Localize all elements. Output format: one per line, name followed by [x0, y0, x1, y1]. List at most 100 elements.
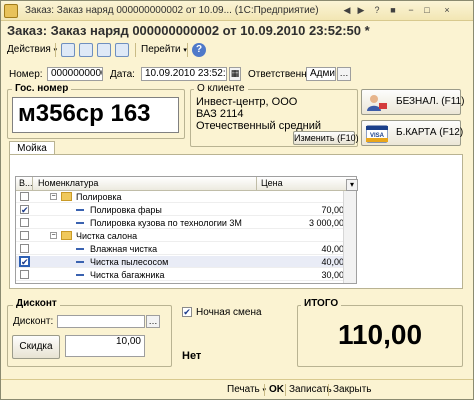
form-footer: Печать ▾ OK Записать Закрыть: [1, 379, 473, 399]
row-price: 3 000,00: [308, 218, 344, 228]
row-checkbox[interactable]: [20, 231, 29, 240]
save-icon[interactable]: [61, 43, 75, 57]
cashless-person-icon: [367, 95, 387, 111]
discount-select-button[interactable]: …: [146, 315, 160, 328]
refresh-icon[interactable]: [79, 43, 93, 57]
row-name: Полировка фары: [90, 205, 162, 215]
table-scrollbar[interactable]: [343, 191, 356, 283]
collapse-toggle-icon[interactable]: −: [50, 193, 57, 200]
row-name: Влажная чистка: [90, 244, 158, 254]
responsible-field[interactable]: Адми: [306, 67, 336, 81]
goto-menu[interactable]: Перейти ▾: [141, 43, 187, 57]
minimize-button[interactable]: −: [405, 4, 417, 17]
back-icon[interactable]: ◀: [341, 4, 353, 17]
close-window-button[interactable]: ×: [441, 4, 453, 17]
row-checkbox[interactable]: ✔: [19, 256, 30, 267]
row-name: Полировка кузова по технологии 3М: [90, 218, 242, 228]
maximize-button[interactable]: □: [421, 4, 433, 17]
table-row[interactable]: ✔ Полировка фары 70,00: [16, 204, 356, 216]
calendar-icon[interactable]: ▦: [229, 67, 241, 81]
close-button[interactable]: Закрыть: [333, 384, 372, 395]
client-group-title: О клиенте: [194, 83, 248, 94]
total-group-title: ИТОГО: [301, 298, 342, 309]
item-icon: [76, 274, 84, 276]
table-settings-icon[interactable]: ▾: [346, 179, 358, 191]
column-divider: [32, 177, 33, 191]
folder-icon: [61, 192, 72, 201]
discount-amount-field[interactable]: 10,00: [65, 335, 145, 357]
responsible-select-button[interactable]: …: [337, 67, 351, 81]
row-price: 70,00: [321, 205, 344, 215]
actions-menu-label: Действия: [7, 44, 51, 55]
goto-menu-label: Перейти: [141, 44, 181, 55]
night-shift-label: Ночная смена: [196, 307, 262, 318]
item-icon: [76, 248, 84, 250]
date-label: Дата:: [110, 69, 135, 80]
card-label: Б.КАРТА (F12): [396, 127, 464, 138]
plate-group-title: Гос. номер: [12, 83, 72, 94]
row-checkbox[interactable]: [20, 218, 29, 227]
change-client-button[interactable]: Изменить (F10): [293, 131, 359, 145]
table-row[interactable]: − Чистка салона: [16, 230, 356, 242]
row-checkbox[interactable]: [20, 192, 29, 201]
table-row-selected[interactable]: ✔ Чистка пылесосом 40,00: [16, 256, 356, 268]
row-price: 40,00: [321, 257, 344, 267]
column-divider: [256, 177, 257, 191]
row-price: 40,00: [321, 244, 344, 254]
card-button[interactable]: VISA Б.КАРТА (F12): [361, 120, 464, 146]
column-header-check[interactable]: В...: [19, 178, 33, 188]
tab-moyka[interactable]: Мойка: [9, 141, 55, 155]
item-icon: [76, 209, 84, 211]
discount-group-title: Дисконт: [13, 298, 60, 309]
ok-button[interactable]: OK: [269, 384, 284, 395]
apply-discount-button[interactable]: Скидка: [12, 335, 60, 359]
footer-separator: [264, 384, 265, 396]
number-field[interactable]: 000000000002: [47, 67, 103, 81]
night-shift-checkbox[interactable]: ✔: [182, 307, 192, 317]
toolbar-separator: [55, 43, 56, 57]
stop-icon[interactable]: ■: [387, 4, 399, 17]
print-menu-label: Печать: [227, 384, 260, 395]
order-window: Заказ: Заказ наряд 000000000002 от 10.09…: [0, 0, 474, 400]
item-icon: [76, 222, 84, 224]
visa-card-icon: VISA: [366, 125, 388, 143]
forward-icon[interactable]: ▶: [355, 4, 367, 17]
help-icon[interactable]: ?: [192, 43, 206, 57]
table-row[interactable]: Чистка багажника 30,00: [16, 269, 356, 281]
cashless-button[interactable]: БЕЗНАЛ. (F11): [361, 89, 464, 115]
save-button[interactable]: Записать: [289, 384, 332, 395]
row-name: Полировка: [76, 192, 122, 202]
column-header-price[interactable]: Цена: [261, 178, 283, 188]
row-checkbox[interactable]: [20, 270, 29, 279]
services-table: В... Номенклатура Цена − Полировка ✔ Пол…: [15, 176, 357, 284]
print-icon[interactable]: [115, 43, 129, 57]
row-checkbox[interactable]: [20, 244, 29, 253]
table-row[interactable]: Полировка кузова по технологии 3М 3 000,…: [16, 217, 356, 229]
client-name: Инвест-центр, ООО: [196, 96, 298, 108]
help-title-icon[interactable]: ?: [371, 4, 383, 17]
row-name: Чистка пылесосом: [90, 257, 169, 267]
row-price: 30,00: [321, 270, 344, 280]
row-name: Чистка салона: [76, 231, 138, 241]
command-bar: Действия ▾ Перейти ▾ ?: [1, 41, 473, 59]
number-label: Номер:: [9, 69, 43, 80]
collapse-toggle-icon[interactable]: −: [50, 232, 57, 239]
total-amount: 110,00: [337, 319, 423, 350]
post-document-icon[interactable]: [97, 43, 111, 57]
row-checkbox[interactable]: ✔: [20, 205, 29, 215]
print-menu[interactable]: Печать ▾: [227, 384, 266, 395]
discount-field-label: Дисконт:: [13, 316, 54, 327]
toolbar-separator: [135, 43, 136, 57]
date-field[interactable]: 10.09.2010 23:52:50: [141, 67, 227, 81]
table-row[interactable]: − Полировка: [16, 191, 356, 203]
visa-card-text: VISA: [370, 133, 385, 139]
footer-separator: [328, 384, 329, 396]
folder-icon: [61, 231, 72, 240]
footer-separator: [285, 384, 286, 396]
plate-number-field[interactable]: м356ср 163: [12, 97, 179, 133]
column-header-name[interactable]: Номенклатура: [38, 178, 98, 188]
discount-card-field[interactable]: [57, 315, 145, 328]
actions-menu[interactable]: Действия ▾: [7, 43, 57, 57]
table-row[interactable]: Влажная чистка 40,00: [16, 243, 356, 255]
row-name: Чистка багажника: [90, 270, 165, 280]
